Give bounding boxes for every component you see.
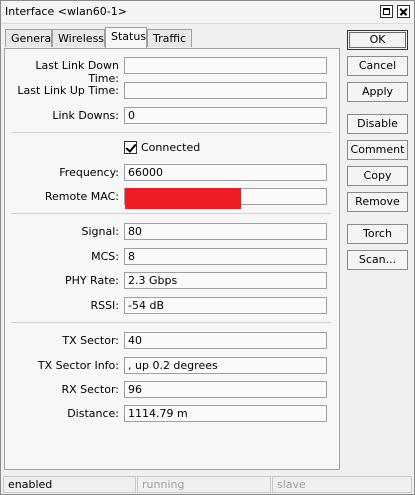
frequency-label: Frequency: (59, 166, 119, 179)
connected-label: Connected (141, 141, 201, 154)
separator (11, 213, 331, 214)
tx-sector-info-field: , up 0.2 degrees (124, 357, 327, 374)
rx-sector-field: 96 (124, 381, 327, 398)
copy-button[interactable]: Copy (347, 166, 408, 186)
distance-label: Distance: (67, 407, 119, 420)
status-enabled: enabled (3, 476, 136, 493)
connected-checkbox (124, 141, 137, 154)
redaction-block (125, 188, 241, 209)
signal-field: 80 (124, 223, 327, 240)
last-link-up-time-label: Last Link Up Time: (17, 84, 119, 97)
tab-status[interactable]: Status (105, 27, 147, 48)
frequency-field: 66000 (124, 164, 327, 181)
last-link-down-time-label: Last Link Down Time: (35, 59, 119, 85)
close-icon[interactable] (397, 5, 410, 18)
remote-mac-field (124, 188, 327, 209)
signal-label: Signal: (81, 225, 120, 238)
phy-rate-label: PHY Rate: (64, 274, 119, 287)
mcs-label: MCS: (91, 250, 119, 263)
tab-traffic[interactable]: Traffic (147, 29, 192, 47)
status-slave: slave (272, 476, 412, 493)
cancel-button[interactable]: Cancel (347, 56, 408, 76)
rx-sector-label: RX Sector: (61, 383, 119, 396)
scan-button[interactable]: Scan... (347, 250, 408, 270)
disable-button[interactable]: Disable (347, 114, 408, 134)
distance-field: 1114.79 m (124, 405, 327, 422)
tx-sector-info-label: TX Sector Info: (37, 359, 119, 372)
tab-general[interactable]: General (5, 29, 54, 47)
remote-mac-label: Remote MAC: (44, 190, 119, 203)
link-downs-field: 0 (124, 107, 327, 124)
torch-button[interactable]: Torch (347, 224, 408, 244)
mcs-field: 8 (124, 248, 327, 265)
apply-button[interactable]: Apply (347, 82, 408, 102)
comment-button[interactable]: Comment (347, 140, 408, 160)
ok-button[interactable]: OK (347, 30, 408, 50)
tab-wireless[interactable]: Wireless (52, 29, 105, 47)
window-title: Interface <wlan60-1> (5, 5, 127, 18)
interface-window: Interface <wlan60-1> General Wireless St… (0, 0, 415, 495)
title-bar: Interface <wlan60-1> (1, 1, 414, 24)
separator (11, 322, 331, 323)
tx-sector-field: 40 (124, 332, 327, 349)
separator (11, 132, 331, 133)
status-panel: Last Link Down Time: Last Link Up Time: … (4, 48, 340, 470)
remove-button[interactable]: Remove (347, 192, 408, 212)
last-link-up-time-field (124, 82, 327, 99)
rssi-field: -54 dB (124, 297, 327, 314)
status-bar: enabled running slave (1, 475, 414, 494)
status-running: running (137, 476, 271, 493)
phy-rate-field: 2.3 Gbps (124, 272, 327, 289)
tx-sector-label: TX Sector: (62, 334, 119, 347)
maximize-icon[interactable] (380, 5, 393, 18)
link-downs-label: Link Downs: (52, 109, 119, 122)
last-link-down-time-field (124, 57, 327, 74)
rssi-label: RSSI: (90, 299, 119, 312)
